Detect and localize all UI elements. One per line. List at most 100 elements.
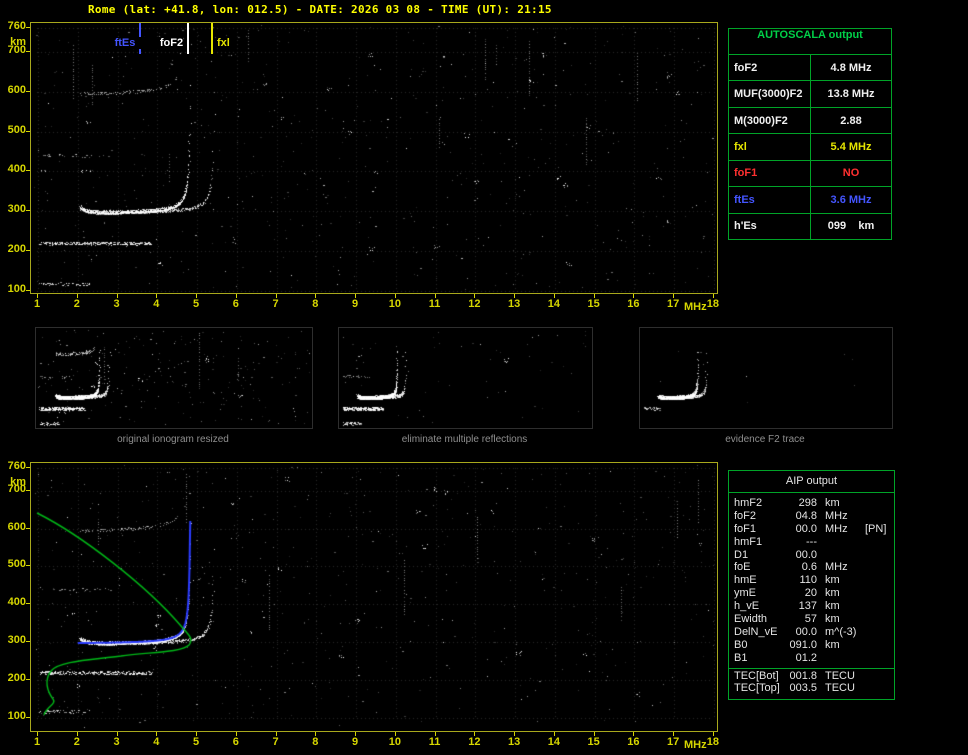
aip-row: foF2 04.8 MHz [729, 510, 894, 523]
aip-row-unit: TECU [825, 682, 855, 695]
autoscala-row-label: foF2 [729, 55, 811, 81]
aip-row-value: 003.5 [789, 682, 817, 695]
aip-row-value: 0.6 [801, 561, 817, 574]
autoscala-row-value: 2.88 [840, 114, 862, 127]
y-axis-tick [26, 130, 30, 132]
x-axis-tick [355, 294, 357, 298]
bottom-ionogram-canvas [31, 463, 717, 731]
y-axis-tick [26, 290, 30, 291]
aip-row-unit: km [825, 574, 840, 587]
fxl-marker-line [210, 23, 213, 54]
x-tick-label: 3 [113, 736, 120, 748]
aip-output-table: AIP output hmF2 298 km foF2 04.8 MHz foF1 00.0 M… [728, 470, 895, 700]
y-axis-tick [26, 27, 30, 28]
y-tick-label: 600 [7, 520, 26, 533]
y-tick-label: 760 [7, 460, 26, 472]
autoscala-row: h'Es 099 km [729, 213, 891, 239]
x-axis-tick [474, 732, 476, 736]
y-tick-label: 500 [7, 558, 26, 571]
x-axis-tick [196, 732, 198, 736]
autoscala-row-label: MUF(3000)F2 [729, 81, 811, 107]
autoscala-row-value: NO [842, 167, 860, 180]
aip-row-value: --- [806, 535, 817, 548]
autoscala-row-value: 13.8 MHz [827, 88, 875, 101]
panel-evidence-canvas [640, 328, 892, 428]
aip-row-unit: km [825, 638, 840, 651]
x-axis-tick [712, 294, 714, 298]
x-axis-tick [593, 294, 595, 298]
y-axis-tick [26, 250, 30, 252]
aip-table-rows: hmF2 298 km foF2 04.8 MHz foF1 00.0 MHz [PN] hmF1 -… [729, 497, 894, 695]
top-ionogram-plot [30, 22, 718, 294]
autoscala-row-label: h'Es [729, 213, 811, 239]
aip-row-unit: MHz [825, 561, 848, 574]
x-tick-label: 2 [73, 736, 80, 748]
y-tick-label: 400 [7, 596, 26, 609]
x-axis-tick [275, 294, 277, 298]
x-tick-label: 16 [627, 736, 640, 748]
aip-row-label: DelN_vE [734, 625, 778, 638]
aip-row-unit: km [825, 587, 840, 600]
x-axis-tick [235, 294, 237, 298]
aip-row-label: foF2 [734, 509, 757, 522]
x-axis-tick [76, 732, 78, 736]
aip-row: hmF2 298 km [729, 497, 894, 510]
x-axis-tick [76, 294, 78, 298]
x-tick-label: 11 [428, 298, 441, 310]
aip-row: TEC[Bot] 001.8 TECU [729, 667, 894, 683]
aip-row-value: 04.8 [795, 509, 817, 522]
aip-row: DelN_vE 00.0 m^(-3) [729, 626, 894, 639]
aip-row-label: Ewidth [734, 613, 768, 626]
autoscala-row: MUF(3000)F2 13.8 MHz [729, 81, 891, 108]
x-axis-tick [514, 294, 516, 298]
panel-original-canvas [36, 328, 312, 428]
aip-row-value: 00.0 [795, 548, 817, 561]
y-tick-label: 300 [7, 203, 26, 216]
aip-row-unit: km [825, 497, 840, 509]
x-axis-tick [434, 294, 436, 298]
aip-row-unit: km [825, 600, 840, 613]
y-tick-label: 760 [7, 20, 26, 32]
x-tick-label: 12 [468, 736, 481, 748]
aip-row-unit: m^(-3) [825, 625, 857, 638]
x-axis-tick [673, 294, 675, 298]
autoscala-output-table: AUTOSCALA output foF2 4.8 MHz MUF(3000)F2 1… [728, 28, 892, 240]
y-axis-tick [26, 50, 30, 52]
bottom-ionogram-plot [30, 462, 718, 732]
x-axis-tick [394, 294, 396, 298]
panel-original-ionogram [35, 327, 313, 429]
x-tick-label: 17 [667, 736, 680, 748]
autoscala-row-label: foF1 [729, 160, 811, 187]
panel-eliminate-reflections [338, 327, 593, 429]
aip-row: h_vE 137 km [729, 600, 894, 613]
y-axis-tick [26, 489, 30, 491]
x-axis-tick [514, 732, 516, 736]
x-tick-label: 9 [352, 298, 359, 310]
ftEs-marker-label: ftEs [89, 37, 136, 49]
x-axis-tick [553, 732, 555, 736]
aip-row-extra: [PN] [865, 522, 887, 535]
autoscala-window: Rome (lat: +41.8, lon: 012.5) - DATE: 20… [0, 0, 968, 755]
autoscala-row-label: ftEs [729, 187, 811, 213]
x-axis-tick [633, 732, 635, 736]
aip-row: hmE 110 km [729, 574, 894, 587]
aip-row-unit: TECU [825, 669, 855, 682]
aip-row: foE 0.6 MHz [729, 561, 894, 574]
panel-evidence-f2 [639, 327, 893, 429]
x-tick-label: 14 [547, 298, 560, 310]
aip-row: ymE 20 km [729, 587, 894, 600]
foF2-marker-line [187, 23, 190, 54]
x-tick-label: 2 [73, 298, 80, 310]
aip-row-label: hmF2 [734, 497, 763, 509]
aip-row-label: hmE [734, 574, 757, 587]
autoscala-row: ftEs 3.6 MHz [729, 187, 891, 214]
fxl-marker-label: fxl [216, 37, 230, 49]
y-axis-tick [26, 717, 30, 718]
x-tick-label: 12 [468, 298, 481, 310]
aip-row: Ewidth 57 km [729, 613, 894, 626]
aip-row-label: h_vE [734, 600, 760, 613]
x-tick-label: 17 [667, 298, 680, 310]
x-tick-label: 14 [547, 736, 560, 748]
x-axis-tick [37, 732, 38, 736]
y-tick-label: 600 [7, 83, 26, 96]
